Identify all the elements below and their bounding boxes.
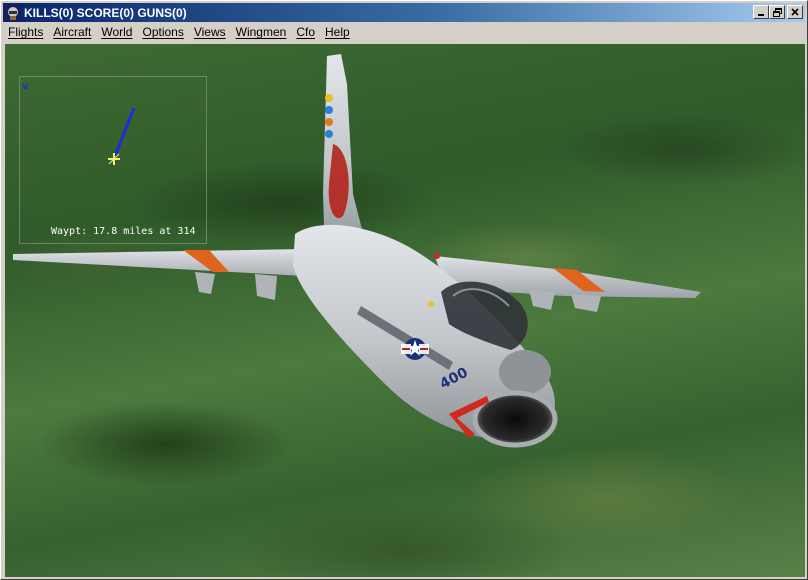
- menu-views[interactable]: Views: [189, 23, 231, 42]
- restore-icon: [772, 7, 782, 17]
- menu-aircraft[interactable]: Aircraft: [48, 23, 96, 42]
- vertical-tail: [323, 54, 367, 254]
- heading-line-icon: [112, 107, 136, 160]
- window-title: KILLS(0) SCORE(0) GUNS(0): [24, 5, 187, 20]
- minimize-button[interactable]: [753, 5, 769, 19]
- waypoint-marker-icon: [108, 153, 120, 165]
- menu-bar: Flights Aircraft World Options Views Win…: [3, 23, 805, 42]
- navigation-map: v: [19, 76, 207, 244]
- app-window: KILLS(0) SCORE(0) GUNS(0) Flights Aircra…: [0, 0, 808, 580]
- title-bar[interactable]: KILLS(0) SCORE(0) GUNS(0): [3, 3, 805, 22]
- waypoint-readout: Waypt: 17.8 miles at 314: [51, 226, 196, 237]
- window-controls: [753, 5, 803, 19]
- pilot-helmet-icon[interactable]: [5, 4, 21, 21]
- menu-wingmen[interactable]: Wingmen: [231, 23, 292, 42]
- menu-world[interactable]: World: [96, 23, 137, 42]
- nose-cone: [499, 350, 551, 394]
- flight-3d-view[interactable]: 400 v Waypt: 17.8 miles at 314: [5, 44, 805, 577]
- menu-help[interactable]: Help: [320, 23, 355, 42]
- restore-button[interactable]: [769, 5, 785, 19]
- menu-options[interactable]: Options: [137, 23, 188, 42]
- menu-flights[interactable]: Flights: [3, 23, 48, 42]
- minimize-icon: [758, 14, 764, 16]
- map-canvas: v: [22, 81, 136, 165]
- menu-cfo[interactable]: Cfo: [291, 23, 320, 42]
- close-button[interactable]: [787, 5, 803, 19]
- close-icon: [791, 8, 799, 16]
- north-marker-icon: v: [22, 81, 29, 92]
